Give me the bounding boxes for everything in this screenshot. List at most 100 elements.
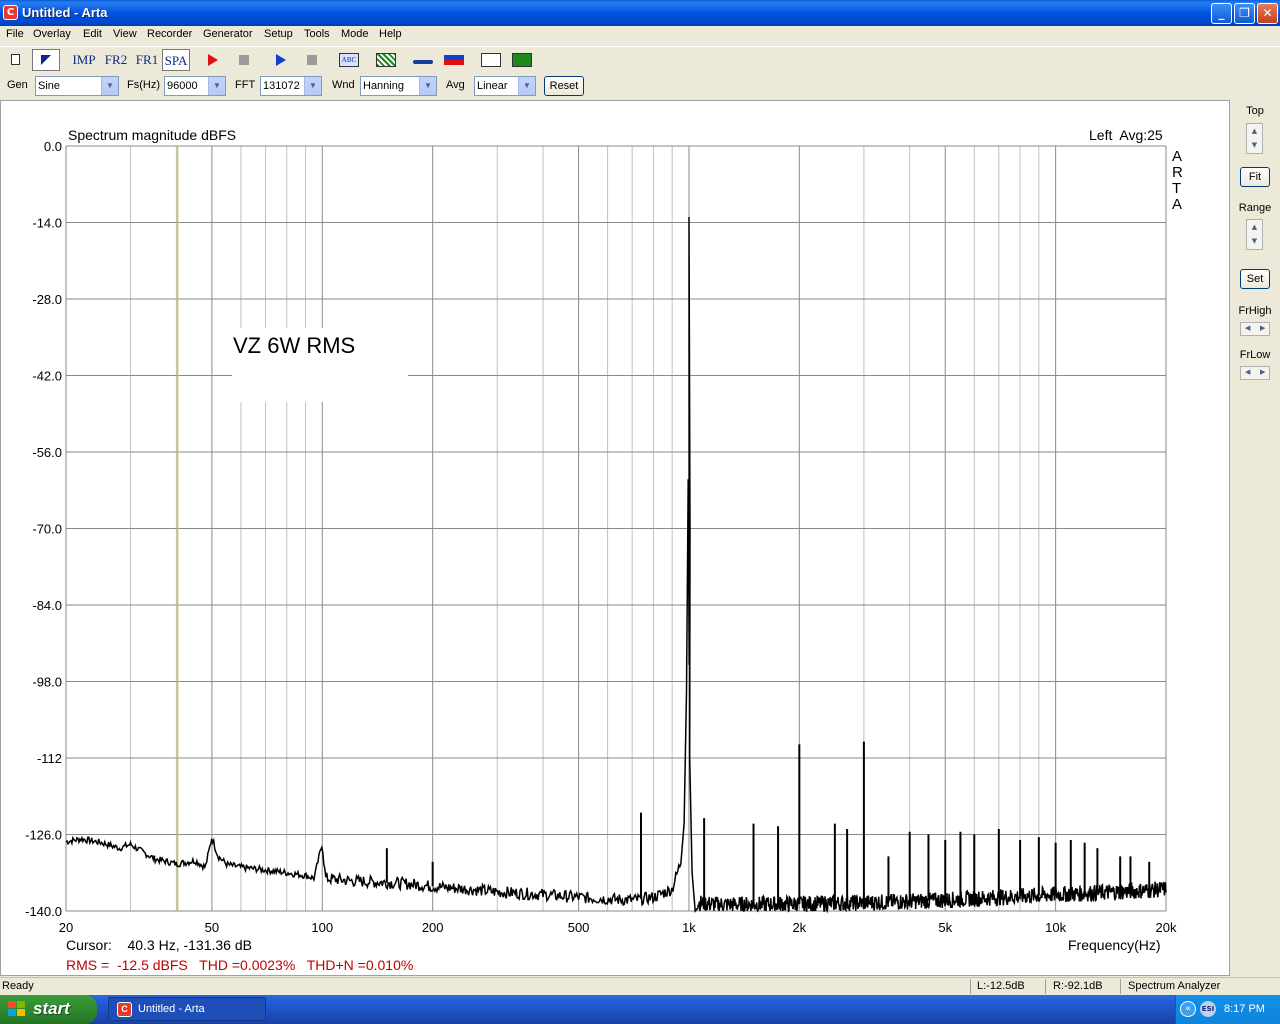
x-tick-label: 1k: [682, 920, 696, 935]
frhigh-spinner[interactable]: ◀ ▶: [1240, 322, 1270, 336]
chevron-left-icon[interactable]: «: [1180, 1001, 1196, 1017]
right-arrow-icon[interactable]: ▶: [1260, 368, 1265, 376]
x-tick-label: 50: [205, 920, 219, 935]
top-spinner[interactable]: ▲ ▼: [1246, 123, 1263, 154]
menu-generator[interactable]: Generator: [203, 28, 253, 40]
chevron-down-icon[interactable]: ▼: [304, 77, 321, 95]
status-ready: Ready: [2, 980, 34, 992]
play-blue-icon: [276, 54, 286, 66]
x-tick-label: 5k: [938, 920, 952, 935]
window-select[interactable]: Hanning ▼: [360, 76, 437, 96]
side-panel: Top ▲ ▼ Fit Range ▲ ▼ Set FrHigh ◀ ▶ FrLow …: [1230, 100, 1280, 976]
fit-button[interactable]: Fit: [1240, 167, 1270, 187]
menu-setup[interactable]: Setup: [264, 28, 293, 40]
spa-mode-button[interactable]: SPA: [162, 49, 190, 71]
fs-label: Fs(Hz): [127, 79, 160, 91]
arta-watermark-r: R: [1172, 164, 1183, 181]
impulse-mode-button[interactable]: IMP: [70, 49, 98, 71]
start-button[interactable]: start: [0, 995, 97, 1024]
down-arrow-icon[interactable]: ▼: [1247, 138, 1262, 152]
fr1-mode-button[interactable]: FR1: [133, 49, 161, 71]
generator-play-button[interactable]: [268, 49, 294, 71]
document-icon: [10, 54, 20, 65]
scope-button[interactable]: [509, 49, 535, 71]
menu-recorder[interactable]: Recorder: [147, 28, 192, 40]
range-spinner[interactable]: ▲ ▼: [1246, 219, 1263, 250]
taskbar: start C Untitled - Arta « ESI 8:17 PM: [0, 995, 1280, 1024]
stop-record-button[interactable]: [231, 49, 257, 71]
spectrum-trace: [65, 216, 1167, 914]
left-arrow-icon[interactable]: ◀: [1245, 324, 1250, 332]
average-value: Linear: [477, 80, 508, 92]
chart-title: Spectrum magnitude dBFS: [68, 127, 236, 143]
hatch-icon: [376, 53, 396, 67]
y-tick-label: -112: [37, 751, 62, 766]
up-arrow-icon[interactable]: ▲: [1247, 220, 1262, 234]
taskbar-item-arta[interactable]: C Untitled - Arta: [108, 997, 266, 1021]
gen-label: Gen: [7, 79, 28, 91]
arta-watermark-a2: A: [1172, 196, 1182, 213]
pointer-icon: [41, 55, 51, 65]
new-document-button[interactable]: [4, 49, 26, 71]
x-tick-label: 100: [311, 920, 333, 935]
waveform-button[interactable]: [478, 49, 504, 71]
fr2-mode-button[interactable]: FR2: [102, 49, 130, 71]
pointer-tool-button[interactable]: [32, 49, 60, 71]
frlow-spinner[interactable]: ◀ ▶: [1240, 366, 1270, 380]
up-arrow-icon[interactable]: ▲: [1247, 124, 1262, 138]
set-button[interactable]: Set: [1240, 269, 1270, 289]
x-tick-label: 10k: [1045, 920, 1066, 935]
chevron-down-icon[interactable]: ▼: [419, 77, 436, 95]
chevron-down-icon[interactable]: ▼: [101, 77, 118, 95]
y-tick-label: -28.0: [32, 292, 62, 307]
maximize-button[interactable]: ❐: [1234, 3, 1255, 24]
y-tick-label: -84.0: [32, 598, 62, 613]
slider-button[interactable]: [410, 49, 436, 71]
right-arrow-icon[interactable]: ▶: [1260, 324, 1265, 332]
status-separator: [1120, 979, 1121, 994]
color-bar-button[interactable]: [441, 49, 467, 71]
scope-icon: [512, 53, 532, 67]
menu-view[interactable]: View: [113, 28, 137, 40]
title-bar[interactable]: C Untitled - Arta _ ❐ ✕: [0, 0, 1280, 26]
status-left-level: L:-12.5dB: [977, 980, 1025, 992]
start-label: start: [33, 999, 70, 1018]
generator-stop-button[interactable]: [299, 49, 325, 71]
settings-row: Gen Sine ▼ Fs(Hz) 96000 ▼ FFT 131072 ▼ W…: [0, 73, 1280, 100]
menu-tools[interactable]: Tools: [304, 28, 330, 40]
sample-rate-select[interactable]: 96000 ▼: [164, 76, 226, 96]
fft-size-select[interactable]: 131072 ▼: [260, 76, 322, 96]
menu-overlay[interactable]: Overlay: [33, 28, 71, 40]
menu-file[interactable]: File: [6, 28, 24, 40]
hatch-button[interactable]: [373, 49, 399, 71]
chevron-down-icon[interactable]: ▼: [518, 77, 535, 95]
generator-select[interactable]: Sine ▼: [35, 76, 119, 96]
menu-edit[interactable]: Edit: [83, 28, 102, 40]
frhigh-label: FrHigh: [1238, 305, 1272, 317]
app-icon[interactable]: C: [3, 5, 18, 20]
menu-bar: File Overlay Edit View Recorder Generato…: [0, 26, 1280, 45]
down-arrow-icon[interactable]: ▼: [1247, 234, 1262, 248]
menu-mode[interactable]: Mode: [341, 28, 369, 40]
esi-tray-icon[interactable]: ESI: [1200, 1001, 1216, 1017]
close-button[interactable]: ✕: [1257, 3, 1278, 24]
fft-size-value: 131072: [263, 80, 300, 92]
y-tick-label: -70.0: [32, 522, 62, 537]
menu-help[interactable]: Help: [379, 28, 402, 40]
frlow-label: FrLow: [1239, 349, 1271, 361]
generator-value: Sine: [38, 80, 61, 92]
minimize-button[interactable]: _: [1211, 3, 1232, 24]
x-axis-label: Frequency(Hz): [1068, 937, 1161, 953]
spectrum-chart[interactable]: 0.0 -14.0 -28.0 -42.0 -56.0 -70.0 -84.0 -98.0 -1…: [0, 100, 1230, 976]
status-separator: [970, 979, 971, 994]
stop-icon: [307, 55, 317, 65]
reset-button[interactable]: Reset: [544, 76, 584, 96]
abc-button[interactable]: ABC: [336, 49, 362, 71]
record-button[interactable]: [200, 49, 226, 71]
x-tick-label: 500: [568, 920, 590, 935]
chevron-down-icon[interactable]: ▼: [208, 77, 225, 95]
color-bar-icon: [444, 55, 464, 65]
system-tray: « ESI 8:17 PM: [1175, 995, 1280, 1024]
left-arrow-icon[interactable]: ◀: [1245, 368, 1250, 376]
average-select[interactable]: Linear ▼: [474, 76, 536, 96]
